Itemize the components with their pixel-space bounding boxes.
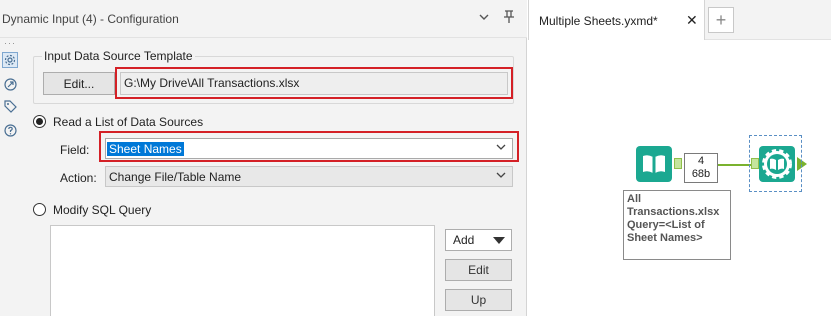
record-count-box: 4 68b	[684, 153, 718, 183]
annotation-line: All	[627, 193, 642, 205]
gear-icon[interactable]	[2, 52, 18, 68]
sql-query-list[interactable]	[50, 225, 435, 316]
chevron-down-icon	[495, 169, 507, 184]
action-label: Action:	[60, 171, 97, 185]
annotation-line: Sheet Names>	[627, 232, 703, 244]
read-list-label: Read a List of Data Sources	[53, 115, 204, 129]
close-icon[interactable]: ✕	[686, 12, 698, 29]
edit-sql-button[interactable]: Edit	[445, 259, 512, 281]
up-button[interactable]: Up	[445, 289, 512, 311]
record-size: 68b	[691, 168, 711, 180]
add-button-label: Add	[453, 233, 475, 247]
chevron-down-icon	[495, 141, 507, 156]
help-icon[interactable]	[2, 122, 18, 138]
action-dropdown-value: Change File/Table Name	[109, 170, 242, 184]
dropdown-arrow-icon	[493, 237, 505, 244]
modify-sql-label: Modify SQL Query	[53, 203, 152, 217]
tab-bar: Multiple Sheets.yxmd* ✕ +	[528, 0, 831, 40]
config-title: Dynamic Input (4) - Configuration	[2, 12, 179, 26]
annotation-line: Query=<List of	[627, 219, 705, 231]
connection-icon[interactable]	[2, 76, 18, 92]
input-anchor[interactable]	[751, 158, 759, 169]
output-anchor[interactable]	[674, 158, 682, 169]
field-dropdown[interactable]: Sheet Names	[105, 138, 513, 159]
tab-multiple-sheets[interactable]: Multiple Sheets.yxmd* ✕	[528, 0, 705, 40]
read-list-radio[interactable]	[33, 115, 46, 128]
output-arrow-icon[interactable]	[797, 157, 807, 171]
action-dropdown[interactable]: Change File/Table Name	[105, 166, 513, 187]
dynamic-input-tool[interactable]	[759, 146, 795, 182]
configuration-panel: Dynamic Input (4) - Configuration ··· In…	[0, 0, 527, 316]
field-label: Field:	[60, 143, 90, 157]
tag-icon[interactable]	[2, 98, 18, 114]
icon-strip: ···	[0, 38, 22, 316]
overflow-dots-icon[interactable]: ···	[4, 38, 16, 48]
tab-title: Multiple Sheets.yxmd*	[539, 14, 658, 28]
template-group-legend: Input Data Source Template	[42, 49, 195, 63]
chevron-down-icon[interactable]	[478, 10, 490, 26]
connection-line[interactable]	[718, 164, 751, 166]
edit-template-button[interactable]: Edit...	[43, 72, 115, 95]
template-path-field: G:\My Drive\All Transactions.xlsx	[120, 72, 508, 95]
add-button[interactable]: Add	[445, 229, 512, 251]
config-header: Dynamic Input (4) - Configuration	[0, 0, 527, 38]
tool-annotation: All Transactions.xlsx Query=<List of She…	[623, 190, 731, 260]
record-count: 4	[697, 155, 705, 167]
annotation-line: Transactions.xlsx	[627, 206, 720, 218]
add-tab-button[interactable]: +	[708, 7, 734, 33]
modify-sql-radio[interactable]	[33, 203, 46, 216]
input-data-tool[interactable]	[636, 146, 672, 182]
field-dropdown-value: Sheet Names	[107, 142, 184, 156]
pin-icon[interactable]	[503, 10, 515, 27]
